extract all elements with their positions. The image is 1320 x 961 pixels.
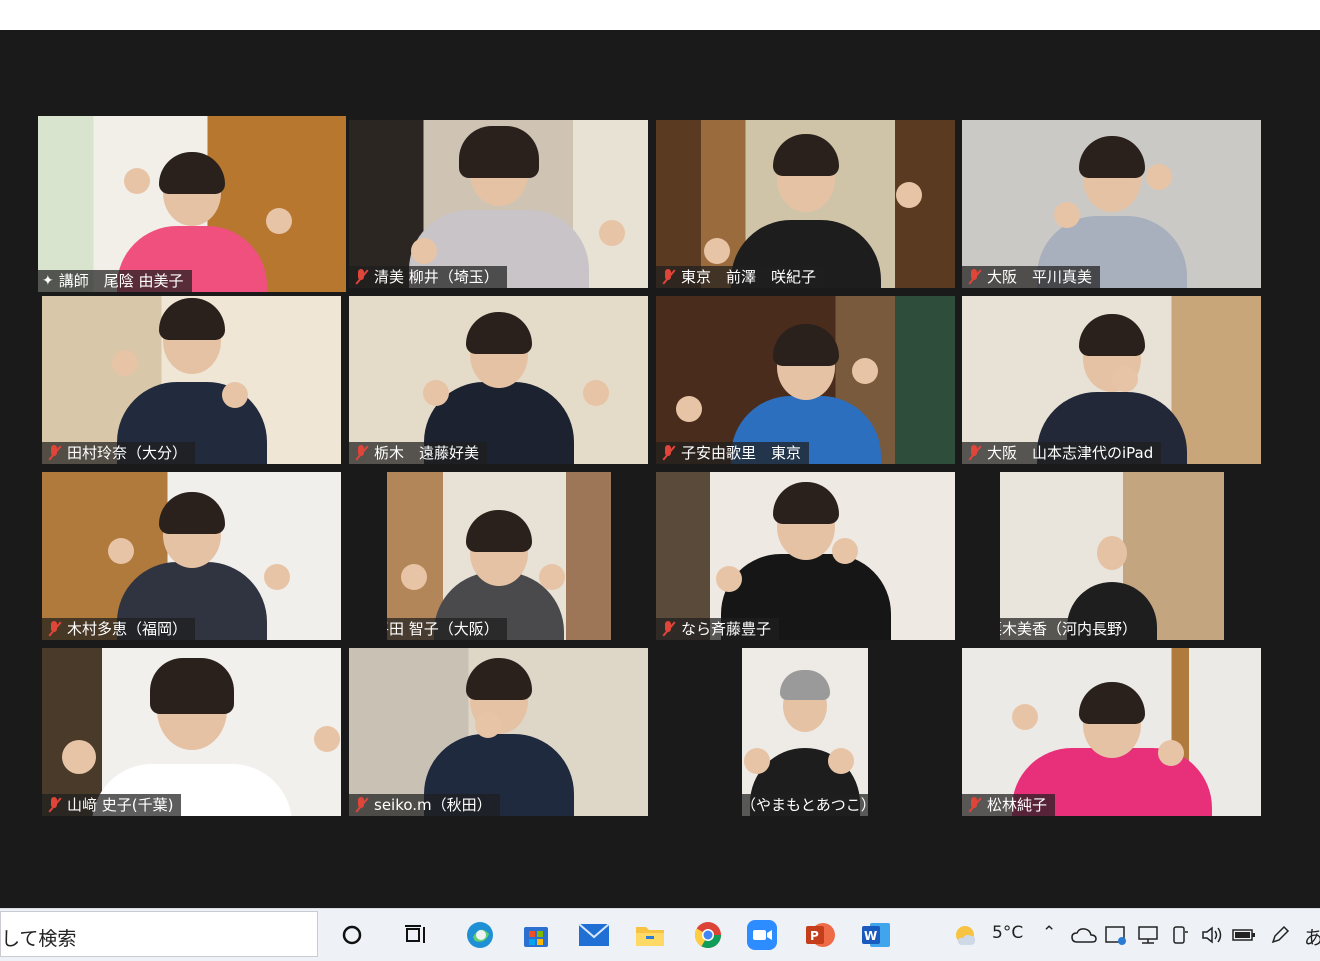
participant-name-label: 栗木美香（河内長野） — [1000, 618, 1146, 640]
participant-name: 山﨑 史子(千葉) — [67, 796, 174, 814]
edge-icon[interactable] — [464, 919, 496, 951]
participant-name-label: 大阪 山本志津代のiPad — [962, 442, 1162, 464]
task-view-icon[interactable] — [400, 919, 432, 951]
participant-name: 田村玲奈（大分） — [67, 444, 188, 462]
battery-icon[interactable] — [1228, 919, 1260, 951]
device-icon[interactable] — [1164, 919, 1196, 951]
participant-name: 子安由歌里 東京 — [681, 444, 802, 462]
participant-name-label: seiko.m（秋田） — [349, 794, 500, 816]
network-icon[interactable] — [1132, 919, 1164, 951]
participant-name: 松林純子 — [987, 796, 1048, 814]
weather-temperature[interactable]: 5°C — [992, 923, 1023, 943]
participant-name-label: 木村多恵（福岡） — [42, 618, 196, 640]
chrome-icon[interactable] — [692, 919, 724, 951]
participant-name: 木村多恵（福岡） — [67, 620, 188, 638]
word-icon[interactable]: W — [860, 919, 892, 951]
mail-icon[interactable] — [578, 919, 610, 951]
svg-text:P: P — [810, 929, 819, 943]
pen-icon[interactable] — [1264, 919, 1296, 951]
participant-name-label: 清美 柳井（埼玉） — [349, 266, 507, 288]
windows-taskbar: して検索 P W 5°C ⌃ あ — [0, 908, 1320, 961]
muted-mic-icon — [966, 268, 982, 286]
window-top-strip — [0, 0, 1320, 30]
store-icon[interactable] — [520, 919, 552, 951]
participant-name-label: なら斉藤豊子 — [656, 618, 780, 640]
video-tile-5[interactable]: 田村玲奈（大分） — [42, 296, 341, 464]
capture-tool-icon[interactable] — [1100, 919, 1132, 951]
muted-mic-icon — [46, 444, 62, 462]
video-tile-1[interactable]: ✦ 講師 尾陰 由美子 — [38, 116, 346, 292]
participant-name-label: 山﨑 史子(千葉) — [42, 794, 182, 816]
muted-mic-icon — [353, 268, 369, 286]
video-tile-2[interactable]: 清美 柳井（埼玉） — [349, 120, 648, 288]
video-tile-11[interactable]: なら斉藤豊子 — [656, 472, 955, 640]
muted-mic-icon — [353, 796, 369, 814]
participant-name: 清美 柳井（埼玉） — [374, 268, 499, 286]
volume-icon[interactable] — [1196, 919, 1228, 951]
participant-name-label: 平田 智子（大阪） — [387, 618, 507, 640]
participant-name-label: 松林純子 — [962, 794, 1056, 816]
participant-name-label: 子安由歌里 東京 — [656, 442, 810, 464]
video-tile-13[interactable]: 山﨑 史子(千葉) — [42, 648, 341, 816]
video-tile-7[interactable]: 子安由歌里 東京 — [656, 296, 955, 464]
muted-mic-icon — [660, 620, 676, 638]
video-tile-9[interactable]: 木村多恵（福岡） — [42, 472, 341, 640]
host-pin-icon: ✦ — [42, 273, 54, 289]
participant-name-label: ✦ 講師 尾陰 由美子 — [38, 270, 192, 292]
onedrive-cloud-icon[interactable] — [1068, 919, 1100, 951]
muted-mic-icon — [46, 796, 62, 814]
ime-indicator[interactable]: あ — [1304, 923, 1320, 950]
zoom-icon[interactable] — [746, 919, 778, 951]
muted-mic-icon — [660, 444, 676, 462]
participant-name: 山本淳子（やまもとあつこ）群馬 — [742, 796, 868, 814]
participant-name-label: 栃木 遠藤好美 — [349, 442, 488, 464]
participant-name-label: 山本淳子（やまもとあつこ）群馬 — [742, 794, 868, 816]
video-tile-14[interactable]: seiko.m（秋田） — [349, 648, 648, 816]
video-tile-15[interactable]: 山本淳子（やまもとあつこ）群馬 — [742, 648, 868, 816]
cortana-icon[interactable] — [336, 919, 368, 951]
participant-name: 大阪 平川真美 — [987, 268, 1093, 286]
participant-name: 大阪 山本志津代のiPad — [987, 444, 1154, 462]
file-explorer-icon[interactable] — [634, 919, 666, 951]
participant-name-label: 田村玲奈（大分） — [42, 442, 196, 464]
weather-sun-icon[interactable] — [950, 919, 982, 951]
taskbar-search-box[interactable]: して検索 — [0, 911, 318, 957]
muted-mic-icon — [353, 444, 369, 462]
participant-name: 講師 尾陰 由美子 — [58, 272, 184, 290]
search-placeholder: して検索 — [1, 928, 77, 950]
participant-name: なら斉藤豊子 — [681, 620, 772, 638]
muted-mic-icon — [46, 620, 62, 638]
video-tile-16[interactable]: 松林純子 — [962, 648, 1261, 816]
participant-name: 栃木 遠藤好美 — [374, 444, 480, 462]
powerpoint-icon[interactable]: P — [804, 919, 836, 951]
participant-name: 東京 前澤 咲紀子 — [681, 268, 817, 286]
participant-name-label: 東京 前澤 咲紀子 — [656, 266, 825, 288]
muted-mic-icon — [966, 444, 982, 462]
video-tile-12[interactable]: 栗木美香（河内長野） — [1000, 472, 1224, 640]
participant-name-label: 大阪 平川真美 — [962, 266, 1101, 288]
video-tile-8[interactable]: 大阪 山本志津代のiPad — [962, 296, 1261, 464]
chevron-up-icon[interactable]: ⌃ — [1042, 923, 1056, 943]
video-tile-6[interactable]: 栃木 遠藤好美 — [349, 296, 648, 464]
participant-name: seiko.m（秋田） — [374, 796, 492, 814]
participant-name: 栗木美香（河内長野） — [1000, 620, 1138, 638]
zoom-gallery-view: ✦ 講師 尾陰 由美子 清美 柳井（埼玉） 東京 前澤 咲紀子 大阪 平川真美 — [0, 30, 1320, 908]
muted-mic-icon — [660, 268, 676, 286]
participant-name: 平田 智子（大阪） — [387, 620, 499, 638]
video-tile-4[interactable]: 大阪 平川真美 — [962, 120, 1261, 288]
muted-mic-icon — [966, 796, 982, 814]
video-tile-10[interactable]: 平田 智子（大阪） — [387, 472, 611, 640]
svg-text:W: W — [864, 929, 877, 943]
video-tile-3[interactable]: 東京 前澤 咲紀子 — [656, 120, 955, 288]
